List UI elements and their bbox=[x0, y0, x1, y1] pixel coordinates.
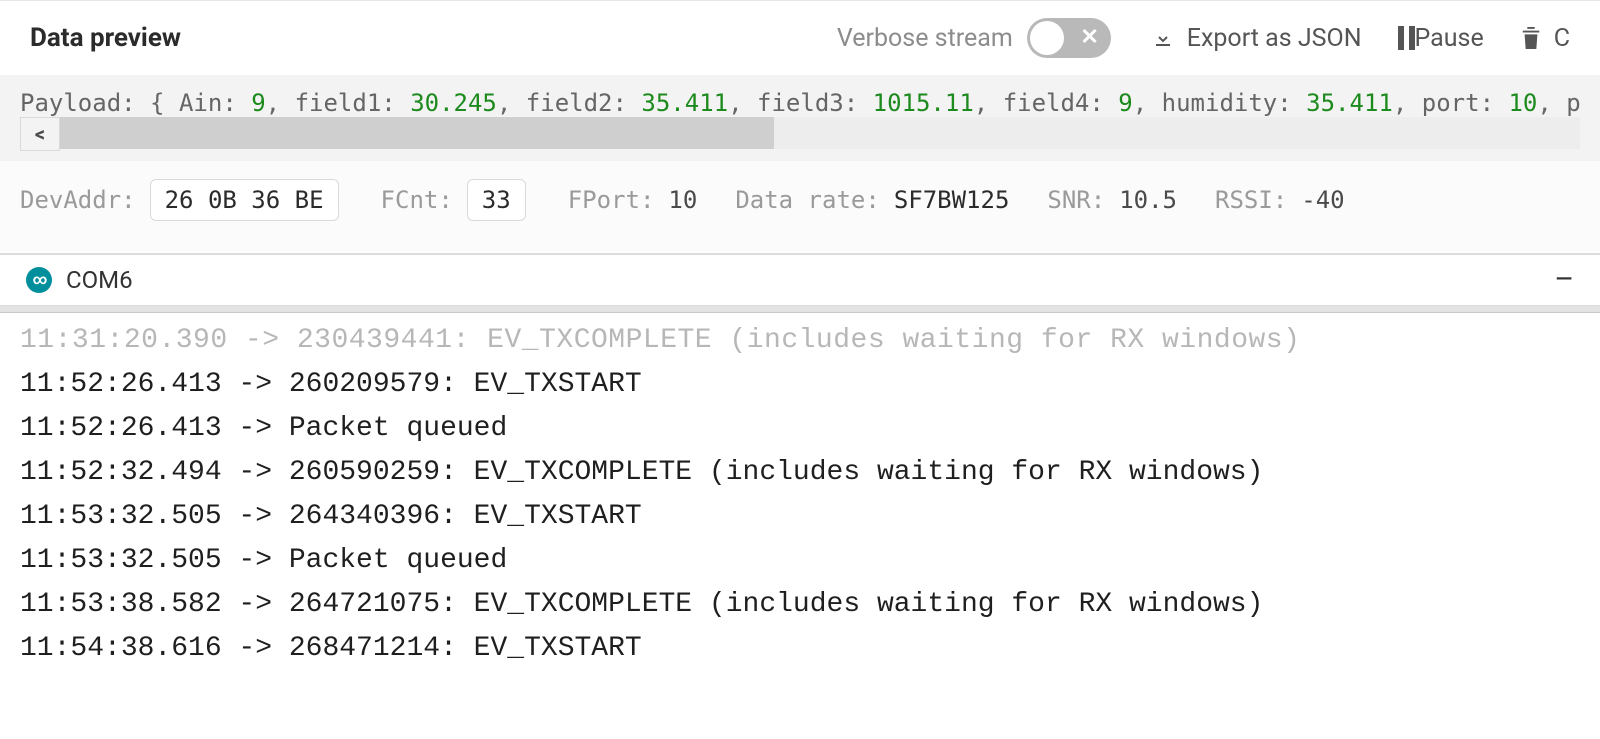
serial-line: 11:52:26.413 -> Packet queued bbox=[20, 407, 1580, 451]
serial-line: 11:52:26.413 -> 260209579: EV_TXSTART bbox=[20, 363, 1580, 407]
snr-label: SNR: bbox=[1047, 186, 1105, 214]
fcnt-value[interactable]: 33 bbox=[467, 179, 526, 221]
pause-label: Pause bbox=[1415, 24, 1484, 53]
serial-header: ∞ COM6 – bbox=[0, 253, 1600, 306]
payload-scrollbar[interactable]: < bbox=[0, 117, 1600, 161]
download-icon bbox=[1151, 26, 1175, 50]
fport-label: FPort: bbox=[568, 186, 655, 214]
minimize-button[interactable]: – bbox=[1554, 275, 1574, 285]
trash-icon bbox=[1520, 25, 1542, 51]
scroll-left-button[interactable]: < bbox=[20, 117, 60, 151]
serial-monitor-window: ∞ COM6 – 11:31:20.390 -> 230439441: EV_T… bbox=[0, 253, 1600, 677]
fport-value: 10 bbox=[668, 186, 697, 214]
data-preview-panel: Data preview Verbose stream ✕ Export as … bbox=[0, 0, 1600, 251]
preview-title: Data preview bbox=[30, 23, 181, 53]
preview-header: Data preview Verbose stream ✕ Export as … bbox=[0, 1, 1600, 75]
devaddr-value[interactable]: 26 0B 36 BE bbox=[150, 179, 339, 221]
payload-line: Payload: { Ain: 9, field1: 30.245, field… bbox=[0, 75, 1600, 117]
scroll-thumb[interactable] bbox=[60, 117, 774, 149]
verbose-stream-label: Verbose stream bbox=[837, 24, 1013, 53]
serial-line: 11:53:32.505 -> Packet queued bbox=[20, 539, 1580, 583]
snr-value: 10.5 bbox=[1119, 186, 1177, 214]
export-json-label: Export as JSON bbox=[1187, 24, 1362, 53]
verbose-stream-toggle[interactable]: ✕ bbox=[1027, 18, 1111, 58]
rssi-value: -40 bbox=[1301, 186, 1344, 214]
export-json-button[interactable]: Export as JSON bbox=[1151, 24, 1362, 53]
serial-line: 11:31:20.390 -> 230439441: EV_TXCOMPLETE… bbox=[20, 319, 1580, 363]
serial-divider bbox=[0, 306, 1600, 313]
rssi-label: RSSI: bbox=[1215, 186, 1287, 214]
pause-button[interactable]: Pause bbox=[1398, 24, 1484, 53]
packet-meta-row: DevAddr: 26 0B 36 BE FCnt: 33 FPort: 10 … bbox=[0, 161, 1600, 251]
serial-line: 11:53:32.505 -> 264340396: EV_TXSTART bbox=[20, 495, 1580, 539]
serial-line: 11:54:38.616 -> 268471214: EV_TXSTART bbox=[20, 627, 1580, 671]
devaddr-label: DevAddr: bbox=[20, 186, 136, 214]
arduino-icon: ∞ bbox=[26, 267, 52, 293]
scroll-track[interactable] bbox=[60, 117, 1580, 149]
fcnt-label: FCnt: bbox=[381, 186, 453, 214]
serial-line: 11:53:38.582 -> 264721075: EV_TXCOMPLETE… bbox=[20, 583, 1580, 627]
toggle-knob bbox=[1030, 21, 1064, 55]
clear-button[interactable]: C bbox=[1520, 24, 1570, 53]
serial-output[interactable]: 11:31:20.390 -> 230439441: EV_TXCOMPLETE… bbox=[0, 313, 1600, 677]
serial-line: 11:52:32.494 -> 260590259: EV_TXCOMPLETE… bbox=[20, 451, 1580, 495]
pause-icon bbox=[1398, 26, 1415, 50]
close-icon: ✕ bbox=[1080, 24, 1098, 52]
datarate-value: SF7BW125 bbox=[894, 186, 1010, 214]
clear-label: C bbox=[1554, 24, 1570, 53]
serial-port-title: COM6 bbox=[66, 266, 133, 294]
datarate-label: Data rate: bbox=[735, 186, 880, 214]
